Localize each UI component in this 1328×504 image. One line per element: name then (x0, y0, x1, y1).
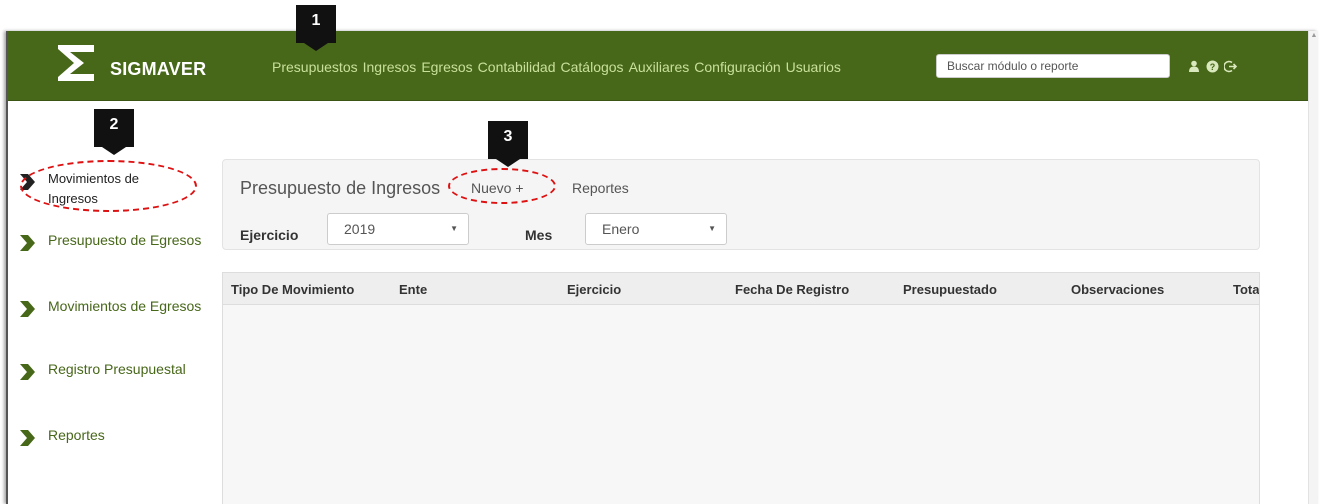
filter-panel: Presupuesto de Ingresos Nuevo + Reportes… (222, 159, 1260, 250)
table-header: Tipo De Movimiento Ente Ejercicio Fecha … (223, 273, 1259, 305)
page-title: Presupuesto de Ingresos (240, 178, 441, 198)
column-header[interactable]: Presupuestado (903, 282, 997, 297)
main-menu: Presupuestos Ingresos Egresos Contabilid… (272, 59, 846, 75)
svg-text:?: ? (1209, 62, 1215, 72)
sidebar-item-reportes[interactable]: Reportes (18, 425, 208, 447)
column-header[interactable]: Fecha De Registro (735, 282, 849, 297)
column-header[interactable]: Total (1233, 282, 1259, 297)
ejercicio-label: Ejercicio (240, 227, 299, 243)
movements-table: Tipo De Movimiento Ente Ejercicio Fecha … (222, 272, 1260, 504)
help-icon[interactable]: ? (1205, 59, 1219, 73)
top-navbar: SIGMAVER Presupuestos Ingresos Egresos C… (8, 31, 1318, 101)
menu-item-usuarios[interactable]: Usuarios (786, 59, 841, 75)
annotation-ellipse-new (448, 168, 556, 204)
reports-link[interactable]: Reportes (572, 180, 629, 196)
chevron-right-icon (20, 235, 35, 251)
brand-name[interactable]: SIGMAVER (110, 59, 206, 80)
sidebar-item-label: Movimientos de Egresos (48, 298, 202, 314)
chevron-right-icon (20, 364, 35, 380)
annotation-badge-2: 2 (94, 109, 134, 155)
sidebar-item-label: Reportes (48, 427, 105, 443)
annotation-badge-1: 1 (296, 5, 336, 51)
scroll-up-icon[interactable]: ▲ (1310, 31, 1318, 41)
ejercicio-select[interactable]: 2019 ▼ (327, 213, 469, 245)
menu-item-catalogos[interactable]: Catálogos (561, 59, 624, 75)
app-window: SIGMAVER Presupuestos Ingresos Egresos C… (6, 31, 1318, 504)
sigmaver-logo (58, 45, 94, 81)
annotation-ellipse-sidebar (20, 160, 197, 212)
sidebar-item-label: Presupuesto de Egresos (48, 232, 202, 248)
vertical-scrollbar[interactable]: ▲ (1308, 31, 1318, 504)
column-header[interactable]: Ente (399, 282, 427, 297)
menu-item-presupuestos[interactable]: Presupuestos (272, 59, 358, 75)
menu-item-contabilidad[interactable]: Contabilidad (478, 59, 556, 75)
user-icon[interactable] (1187, 59, 1201, 73)
menu-item-ingresos[interactable]: Ingresos (363, 59, 417, 75)
mes-value: Enero (602, 221, 640, 237)
logout-icon[interactable] (1223, 59, 1237, 73)
chevron-right-icon (20, 301, 35, 317)
column-header[interactable]: Tipo De Movimiento (231, 282, 354, 297)
sidebar-item-presupuesto-egresos[interactable]: Presupuesto de Egresos (18, 230, 208, 252)
mes-select[interactable]: Enero ▼ (585, 213, 727, 245)
menu-item-egresos[interactable]: Egresos (421, 59, 472, 75)
ejercicio-value: 2019 (344, 221, 376, 237)
menu-item-auxiliares[interactable]: Auxiliares (629, 59, 690, 75)
sidebar-item-label: Registro Presupuestal (48, 361, 186, 377)
menu-item-configuracion[interactable]: Configuración (694, 59, 780, 75)
caret-down-icon: ▼ (450, 224, 458, 233)
sidebar-item-movimientos-egresos[interactable]: Movimientos de Egresos (18, 296, 208, 318)
column-header[interactable]: Ejercicio (567, 282, 621, 297)
column-header[interactable]: Observaciones (1071, 282, 1164, 297)
mes-label: Mes (525, 227, 553, 243)
navbar-icons: ? (1187, 59, 1237, 73)
sidebar-item-registro-presupuestal[interactable]: Registro Presupuestal (18, 359, 208, 381)
chevron-right-icon (20, 430, 35, 446)
search-input[interactable] (936, 54, 1170, 78)
annotation-badge-3: 3 (488, 121, 528, 167)
caret-down-icon: ▼ (708, 224, 716, 233)
